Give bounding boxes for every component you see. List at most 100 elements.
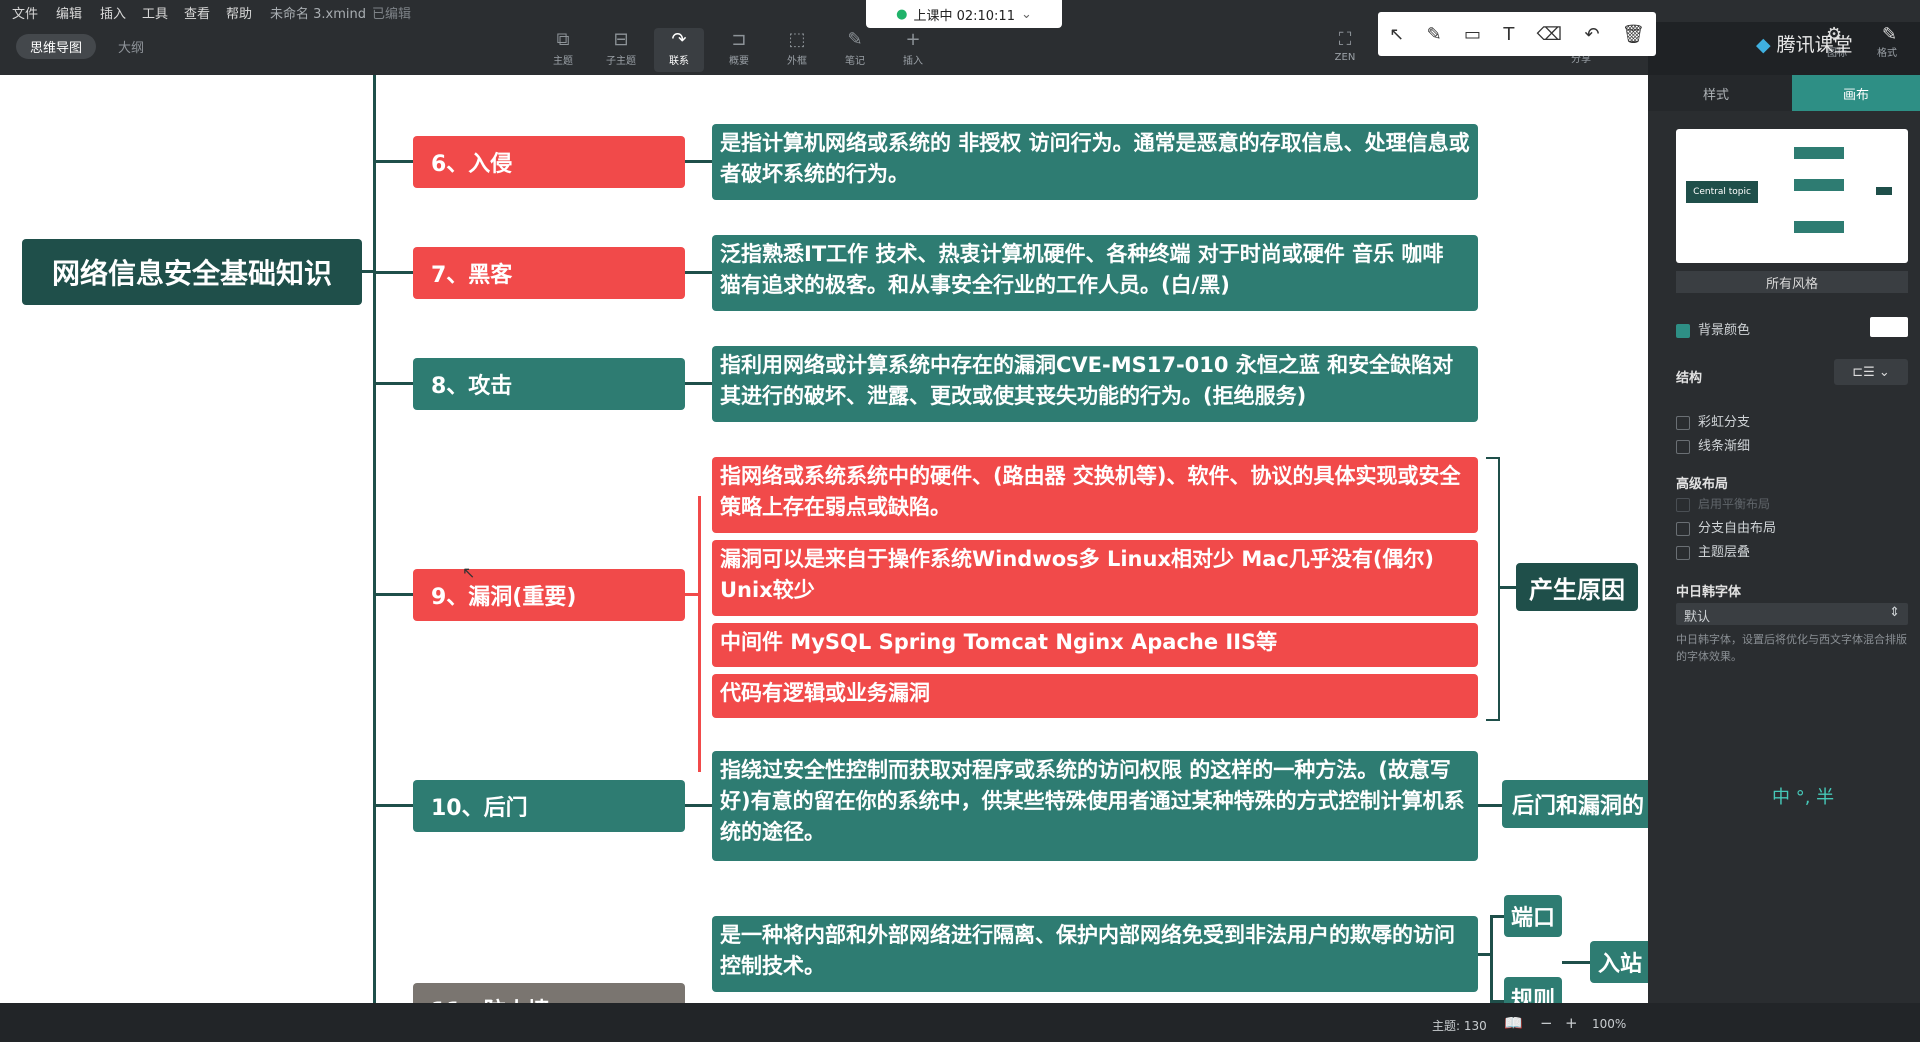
menu-file[interactable]: 文件 [12,3,38,22]
bg-color-swatch[interactable] [1870,317,1908,337]
trash-icon[interactable]: 🗑 [1622,24,1645,45]
preview-central-topic: Central topic [1686,181,1758,203]
chevron-updown-icon: ⇕ [1889,605,1900,620]
pointer-icon[interactable]: ↖ [1389,24,1404,45]
side-topic-backdoor[interactable]: 后门和漏洞的 [1502,780,1648,828]
topic-button[interactable]: ⧉ 主题 [538,28,588,72]
vuln-item-2[interactable]: 漏洞可以是来自于操作系统Windwos多 Linux相对少 Mac几乎没有(偶尔… [712,540,1478,616]
annotation-toolbar: ↖ ✎ ▭ T ⌫ ↶ 🗑 [1378,12,1656,56]
desc-11[interactable]: 是一种将内部和外部网络进行隔离、保护内部网络免受到非法用户的欺辱的访问控制技术。 [712,916,1478,992]
mode-mindmap[interactable]: 思维导图 [16,34,97,59]
topic-10[interactable]: 10、后门 [413,780,685,832]
subtopic-button[interactable]: ⊟ 子主题 [596,28,646,72]
summary-bracket [1486,457,1500,721]
zen-button[interactable]: ⛶ ZEN [1320,28,1370,72]
desc-8[interactable]: 指利用网络或计算系统中存在的漏洞CVE-MS17-010 永恒之蓝 和安全缺陷对… [712,346,1478,422]
live-timer: 上课中 02:10:11 [913,8,1015,24]
desc-7[interactable]: 泛指熟悉IT工作 技术、热衷计算机硬件、各种终端 对于时尚或硬件 音乐 咖啡 猫… [712,235,1478,311]
connector [685,271,713,274]
checkbox-icon [1676,415,1690,430]
rainbow-option[interactable]: 彩虹分支 [1676,411,1750,430]
all-styles-button[interactable]: 所有风格 [1676,271,1908,293]
format-button[interactable]: 格式 [1862,44,1912,72]
topic-7[interactable]: 7、黑客 [413,247,685,299]
format-brush-icon[interactable]: ✎ [1882,24,1897,45]
topic-9[interactable]: 9、漏洞(重要) [413,569,685,621]
topic-11[interactable]: 11、防火墙 [413,983,685,1003]
connector [1490,915,1493,1003]
trunk-line [373,75,376,1003]
insert-button[interactable]: + 插入 [888,28,938,72]
connector [373,271,413,274]
vuln-item-1[interactable]: 指网络或系统系统中的硬件、(路由器 交换机等)、软件、协议的具体实现或安全策略上… [712,457,1478,533]
root-topic[interactable]: 网络信息安全基础知识 [22,239,362,305]
pen-icon[interactable]: ✎ [1427,24,1442,45]
tab-canvas[interactable]: 画布 [1792,75,1920,111]
undo-icon[interactable]: ↶ [1584,24,1599,45]
sub-topic-rule[interactable]: 规则 [1504,977,1562,1003]
connector [685,593,699,596]
zoom-level[interactable]: 100% [1592,1017,1626,1031]
tab-style[interactable]: 样式 [1648,75,1784,111]
note-icon: ✎ [847,29,863,50]
menu-help[interactable]: 帮助 [226,3,252,22]
status-bar: 主题: 130 📖 − + 100% [0,1003,1920,1042]
live-dot-icon: ● [896,6,908,22]
checkbox-icon [1676,545,1690,560]
sub-topic-inbound[interactable]: 入站 [1590,941,1648,983]
menu-view[interactable]: 查看 [184,3,210,22]
menu-insert[interactable]: 插入 [100,3,126,22]
mode-outline[interactable]: 大纲 [104,34,158,59]
zoom-in-icon[interactable]: + [1565,1014,1578,1032]
free-layout-option[interactable]: 分支自由布局 [1676,517,1776,536]
chevron-down-icon: ⌄ [1020,6,1032,22]
brand-icon: ◆ [1756,34,1771,56]
rectangle-icon[interactable]: ▭ [1464,24,1481,45]
cjk-font-select[interactable]: 默认 ⇕ [1676,603,1908,625]
connector [1562,961,1590,964]
preview-branch [1794,147,1844,159]
sub-topic-port[interactable]: 端口 [1504,895,1562,937]
structure-heading: 结构 [1676,371,1703,386]
mindmap-canvas[interactable]: 网络信息安全基础知识 6、入侵 是指计算机网络或系统的 非授权 访问行为。通常是… [0,75,1648,1003]
boundary-icon: ⬚ [788,29,806,50]
desc-6[interactable]: 是指计算机网络或系统的 非授权 访问行为。通常是恶意的存取信息、处理信息或者破坏… [712,124,1478,200]
connector [1478,804,1502,807]
zoom-out-icon[interactable]: − [1540,1014,1553,1032]
vuln-item-3[interactable]: 中间件 MySQL Spring Tomcat Nginx Apache IIS… [712,623,1478,667]
balance-option[interactable]: 启用平衡布局 [1676,495,1770,512]
checkbox-icon [1676,521,1690,536]
topic-6[interactable]: 6、入侵 [413,136,685,188]
ime-indicator[interactable]: 中 °, 半 [1772,783,1834,809]
book-icon[interactable]: 📖 [1504,1014,1523,1032]
relationship-button[interactable]: ↷ 联系 [654,28,704,72]
preview-branch [1794,221,1844,233]
summary-button[interactable]: ⊐ 概要 [714,28,764,72]
text-icon[interactable]: T [1503,24,1514,45]
bg-color-option[interactable]: 背景颜色 [1676,319,1750,338]
note-button[interactable]: ✎ 笔记 [830,28,880,72]
brand-logo: ◆ 腾讯课堂 [1756,30,1853,57]
structure-select[interactable]: ⊏☰ ⌄ [1834,359,1908,385]
menu-edit[interactable]: 编辑 [56,3,82,22]
desc-10[interactable]: 指绕过安全性控制而获取对程序或系统的访问权限 的这样的一种方法。(故意写好)有意… [712,751,1478,861]
topic-8[interactable]: 8、攻击 [413,358,685,410]
taper-option[interactable]: 线条渐细 [1676,435,1750,454]
hierarchy-option[interactable]: 主题层叠 [1676,541,1750,560]
connector [373,160,413,163]
plus-icon: + [905,29,921,50]
connector [373,382,413,385]
theme-preview[interactable]: Central topic [1676,129,1908,263]
eraser-icon[interactable]: ⌫ [1537,24,1562,45]
preview-branch [1794,179,1844,191]
connector [685,382,713,385]
vuln-item-4[interactable]: 代码有逻辑或业务漏洞 [712,674,1478,718]
summary-cause[interactable]: 产生原因 [1516,563,1638,611]
boundary-button[interactable]: ⬚ 外框 [772,28,822,72]
preview-summary [1876,187,1892,195]
font-select-value: 默认 [1684,610,1711,625]
relationship-icon: ↷ [671,29,687,50]
subtopic-icon: ⊟ [613,29,629,50]
live-class-indicator[interactable]: ● 上课中 02:10:11 ⌄ [866,0,1062,28]
menu-tools[interactable]: 工具 [142,3,168,22]
